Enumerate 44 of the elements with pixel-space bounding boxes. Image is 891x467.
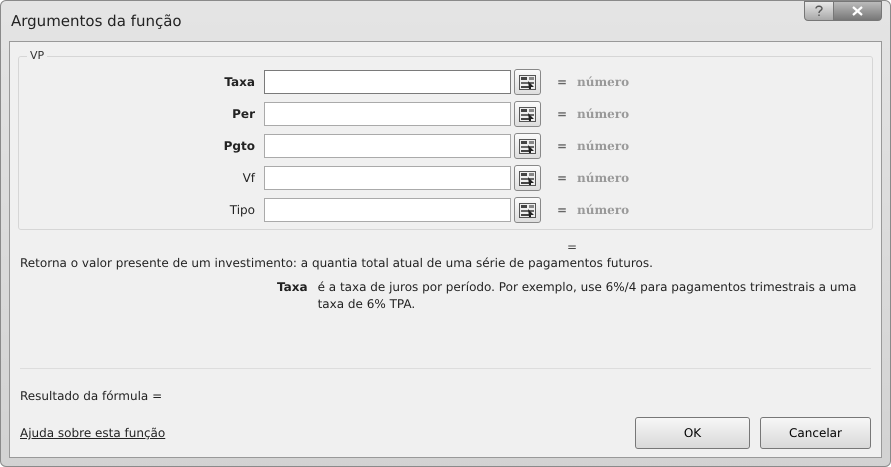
- ok-button[interactable]: OK: [635, 417, 750, 449]
- equals-sign: =: [557, 171, 568, 185]
- close-icon: [852, 6, 863, 16]
- argument-result: número: [577, 75, 630, 89]
- range-select-button[interactable]: [514, 69, 541, 95]
- group-title: VP: [27, 49, 48, 62]
- equals-sign: =: [557, 75, 568, 89]
- function-result: =: [567, 240, 578, 254]
- argument-label: Tipo: [228, 203, 256, 217]
- equals-sign: =: [557, 107, 568, 121]
- argument-result: número: [577, 171, 630, 185]
- cancel-button[interactable]: Cancelar: [760, 417, 871, 449]
- argument-field[interactable]: [264, 102, 511, 126]
- range-select-button[interactable]: [514, 101, 541, 127]
- argument-description: é a taxa de juros por período. Por exemplo, use 6%/4 para pagamentos trimestrais a uma taxa de 6% TPA.: [318, 279, 858, 313]
- formula-result: Resultado da fórmula =: [20, 389, 164, 403]
- range-select-icon: [519, 74, 536, 90]
- range-select-icon: [519, 138, 536, 154]
- close-button[interactable]: [834, 1, 882, 21]
- argument-label: Vf: [242, 171, 256, 185]
- argument-field[interactable]: [264, 166, 511, 190]
- help-icon: [815, 5, 823, 17]
- argument-result: número: [577, 203, 630, 217]
- argument-name: Taxa: [277, 280, 308, 296]
- argument-label: Pgto: [222, 139, 256, 153]
- argument-label: Taxa: [223, 75, 256, 89]
- argument-field[interactable]: [264, 134, 511, 158]
- range-select-button[interactable]: [514, 197, 541, 223]
- help-button[interactable]: [804, 1, 834, 21]
- range-select-button[interactable]: [514, 165, 541, 191]
- help-link[interactable]: Ajuda sobre esta função: [20, 426, 166, 440]
- window-title: Argumentos da função: [10, 12, 182, 30]
- argument-label: Per: [231, 107, 256, 121]
- argument-field[interactable]: [264, 70, 511, 94]
- argument-field[interactable]: [264, 198, 511, 222]
- range-select-icon: [519, 170, 536, 186]
- argument-result: número: [577, 139, 630, 153]
- argument-result: número: [577, 107, 630, 121]
- function-description: Retorna o valor presente de um investimento: a quantia total atual de uma série de pagamentos futuros.: [20, 256, 654, 270]
- equals-sign: =: [557, 139, 568, 153]
- range-select-button[interactable]: [514, 133, 541, 159]
- range-select-icon: [519, 106, 536, 122]
- equals-sign: =: [557, 203, 568, 217]
- range-select-icon: [519, 202, 536, 218]
